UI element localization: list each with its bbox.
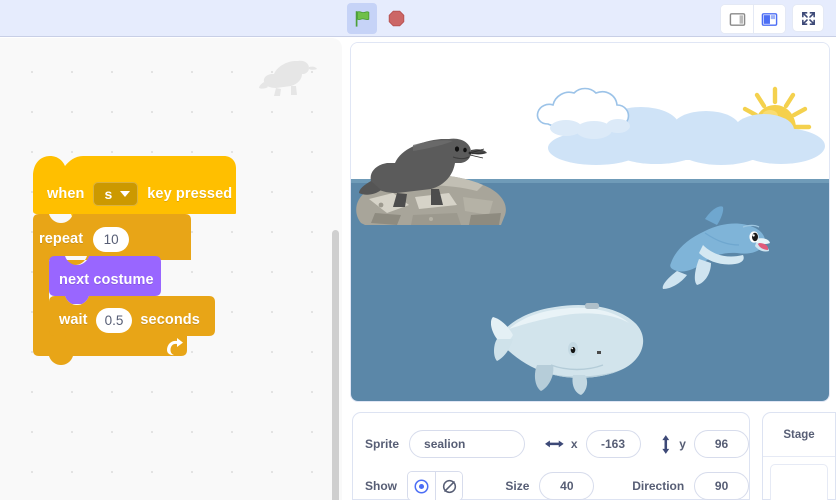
chevron-down-icon — [120, 191, 131, 197]
layout-controls — [720, 4, 824, 34]
block-when-key-pressed[interactable]: when s key pressed — [33, 150, 236, 222]
small-stage-layout-icon — [729, 12, 745, 26]
stage-size-toggle-group — [720, 4, 786, 34]
repeat-row: repeat 10 — [39, 225, 130, 253]
whale-sprite[interactable] — [491, 281, 671, 396]
stage-backdrop-thumbnail[interactable] — [770, 464, 828, 500]
direction-input[interactable]: 90 — [694, 472, 749, 500]
key-dropdown-value: s — [104, 186, 113, 202]
next-costume-label: next costume — [59, 272, 154, 288]
y-axis-label: y — [679, 437, 686, 451]
stage-selector-panel[interactable]: Stage — [762, 412, 836, 500]
green-flag-icon — [355, 10, 370, 27]
sprite-label: Sprite — [365, 437, 400, 451]
clouds-decoration — [536, 87, 825, 165]
repeat-inner-stack: next costume wait 0.5 seconds — [49, 256, 215, 344]
x-position-input[interactable]: -163 — [585, 430, 641, 458]
direction-label: Direction — [632, 479, 685, 493]
menubar — [0, 0, 836, 37]
x-axis-label: x — [570, 437, 578, 451]
repeat-label: repeat — [39, 231, 84, 247]
seconds-label: seconds — [140, 312, 200, 328]
fullscreen-icon — [801, 11, 815, 25]
sprite-info-row-attributes: Show Size 40 Direction 90 — [353, 471, 749, 500]
key-dropdown[interactable]: s — [93, 182, 139, 206]
sprite-info-row-position: Sprite sealion x -163 y 96 — [353, 429, 750, 459]
size-label: Size — [505, 479, 530, 493]
sealion-on-rock-sprite[interactable] — [353, 119, 528, 231]
hide-sprite-button[interactable] — [435, 472, 463, 500]
visibility-toggle-group — [407, 471, 464, 500]
sealion-sprite-watermark — [259, 60, 317, 96]
stage[interactable] — [350, 42, 830, 402]
key-pressed-label: key pressed — [147, 186, 233, 202]
when-label: when — [47, 186, 85, 202]
small-stage-button[interactable] — [721, 5, 753, 33]
sprite-name-input[interactable]: sealion — [409, 430, 526, 458]
show-sprite-button[interactable] — [408, 472, 436, 500]
size-input[interactable]: 40 — [539, 472, 595, 500]
scratch-editor-window: when s key pressed repeat 10 next costum… — [0, 0, 836, 500]
stage-selector-header: Stage — [763, 413, 835, 457]
sprite-info-panel: Sprite sealion x -163 y 96 Show Size 40 … — [352, 412, 750, 500]
wait-row: wait 0.5 seconds — [59, 306, 200, 334]
y-position-input[interactable]: 96 — [693, 430, 750, 458]
vertical-arrows-icon — [661, 434, 669, 454]
stop-sign-icon — [388, 10, 404, 27]
repeat-times-input[interactable]: 10 — [93, 226, 130, 252]
when-key-pressed-row: when s key pressed — [47, 180, 232, 208]
wait-label: wait — [59, 312, 88, 328]
block-wait-seconds[interactable]: wait 0.5 seconds — [49, 296, 215, 344]
horizontal-arrows-icon — [545, 440, 564, 448]
fullscreen-button[interactable] — [792, 4, 824, 32]
show-label: Show — [365, 479, 397, 493]
script-stack[interactable]: when s key pressed repeat 10 next costum… — [33, 150, 236, 377]
show-eye-icon — [414, 479, 429, 493]
code-workspace[interactable]: when s key pressed repeat 10 next costum… — [0, 38, 342, 500]
wait-seconds-input[interactable]: 0.5 — [95, 307, 133, 333]
normal-stage-button[interactable] — [753, 5, 785, 33]
stop-button[interactable] — [383, 3, 409, 34]
block-repeat[interactable]: repeat 10 next costume wait 0.5 seconds — [33, 214, 215, 377]
workspace-vertical-scrollbar[interactable] — [332, 230, 339, 500]
normal-stage-layout-icon — [761, 12, 778, 26]
green-flag-button[interactable] — [347, 3, 377, 34]
hide-eye-crossed-icon — [442, 479, 456, 493]
next-costume-row: next costume — [59, 267, 154, 293]
stage-title: Stage — [783, 428, 815, 441]
project-controls — [347, 3, 409, 34]
